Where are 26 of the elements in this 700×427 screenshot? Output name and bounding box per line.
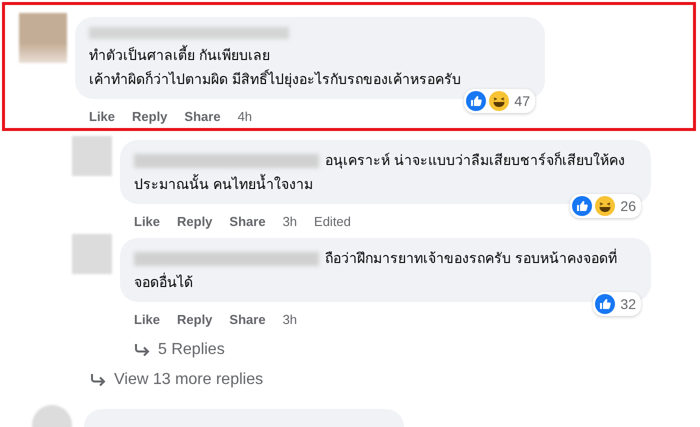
comment-action-link[interactable]: Like [134,312,160,327]
reaction-summary[interactable]: 47 [464,89,535,113]
comment-text: ทำตัวเป็นศาลเตี้ย กันเพียบเลย เค้าทำผิดก็ว่าไปตามผิด มีสิทธิ์ไปยุ่งอะไรกับรถของเค้าหรอครับ [89,44,462,90]
comment-text: อนุเคราะห์ น่าจะแบบว่าลืมเสียบชาร์จก็เสียบให้คงประมาณนั้น คนไทยน้ำใจงาม [134,150,626,194]
comment-action-link[interactable]: Reply [132,109,168,124]
view-more-replies-link[interactable]: View 13 more replies [90,371,700,389]
comment-action-link[interactable]: Like [134,214,160,229]
comment-time: 4h [238,109,252,124]
comment-action-link[interactable]: Reply [177,214,212,229]
comment-action-link[interactable]: Like [89,109,116,124]
comment-time: 3h [282,214,298,229]
comment-action-link[interactable]: Reply [177,312,212,327]
comment-action-link[interactable]: Share [229,214,266,229]
reaction-summary[interactable]: 26 [570,194,641,218]
avatar-placeholder [72,234,112,274]
comment-text: ถือว่าฝึกมารยาทเจ้าของรถครับ รอบหน้าคงจอดที่จอดอื่นได้ [134,248,618,292]
reply-arrow-icon [90,373,106,387]
replies-link[interactable]: 5 Replies [134,341,651,359]
comment-time: 3h [282,312,298,327]
reply-arrow-icon [134,343,150,357]
comment-action-link[interactable]: Share [229,312,266,327]
comment-action-link[interactable]: Share [184,109,221,124]
reaction-summary[interactable]: 32 [593,292,641,316]
avatar-placeholder [19,13,67,63]
edited-label: Edited [314,214,351,229]
avatar-placeholder [72,136,112,176]
